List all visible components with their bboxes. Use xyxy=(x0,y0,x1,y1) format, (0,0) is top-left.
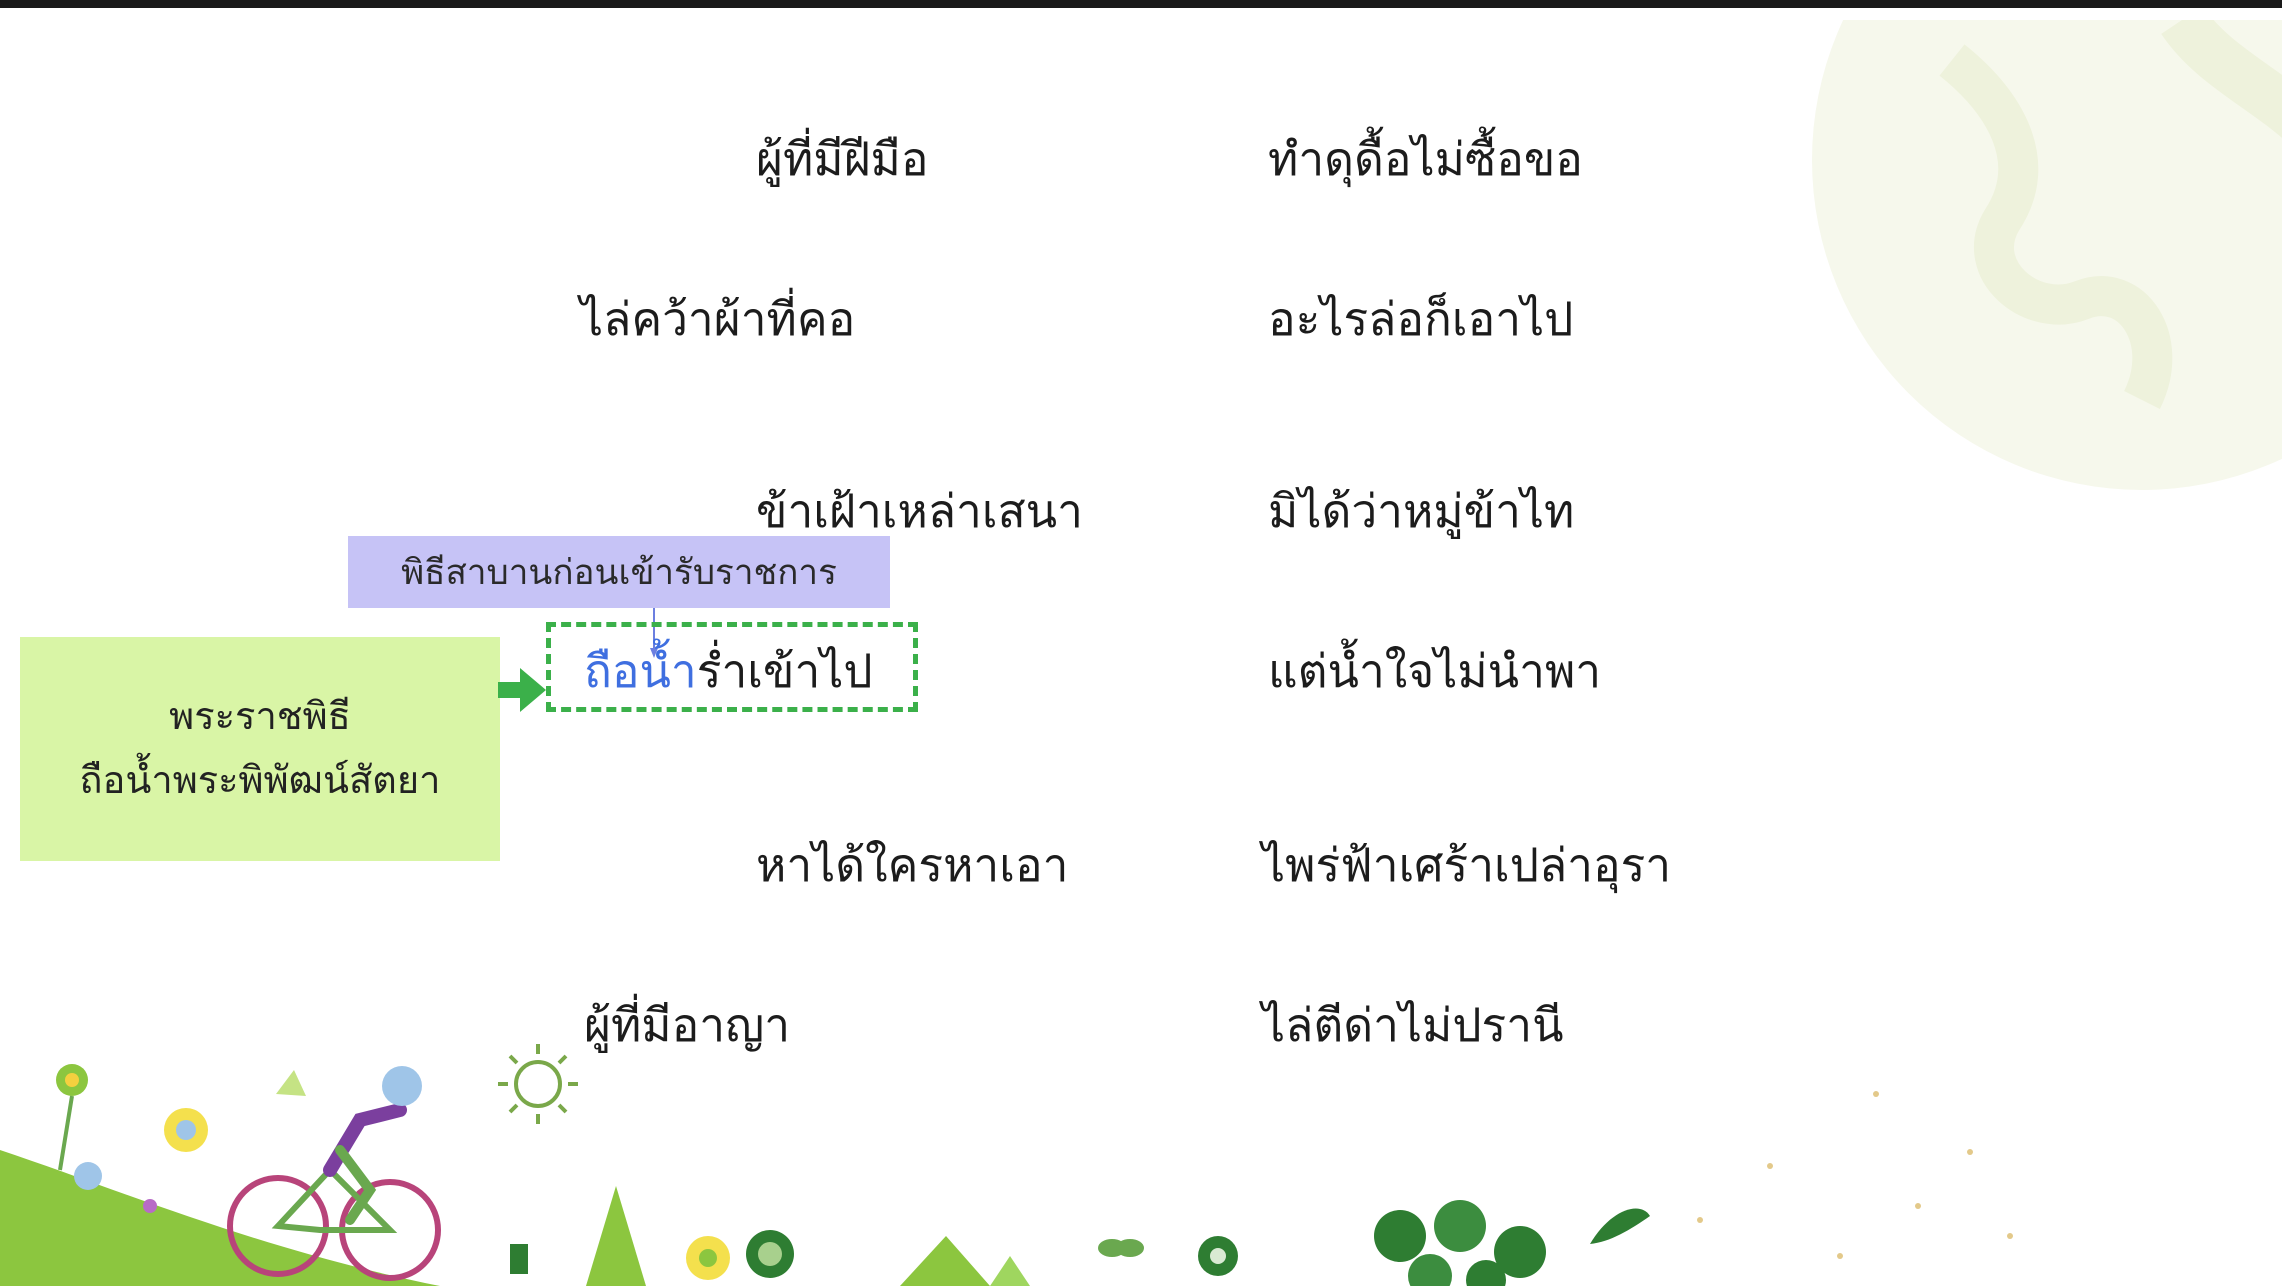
ceremony-line-1: พระราชพิธี xyxy=(169,694,351,739)
verse-left-5: หาได้ใครหาเอา xyxy=(756,838,1069,892)
top-bar xyxy=(0,0,2282,8)
verse-left-2: ไล่คว้าผ้าที่คอ xyxy=(580,292,856,346)
right-arrow-icon xyxy=(498,668,546,712)
highlight-rest: ร่ำเข้าไป xyxy=(696,644,873,698)
nature-decoration xyxy=(0,1044,2013,1286)
verse-right-4: แต่น้ำใจไม่นำพา xyxy=(1268,644,1602,698)
verse-left-4: ถือน้ำร่ำเข้าไป xyxy=(584,648,873,694)
oath-note-box: พิธีสาบานก่อนเข้ารับราชการ xyxy=(348,536,890,608)
sun-icon xyxy=(498,1044,578,1124)
verse-right-3: มิได้ว่าหมู่ข้าไท xyxy=(1268,484,1575,538)
globe-watermark-icon xyxy=(1812,20,2282,490)
flower-bush-icon xyxy=(1374,1200,1650,1286)
verse-right-1: ทำดุดื้อไม่ซื้อขอ xyxy=(1268,132,1583,186)
verse-left-3: ข้าเฝ้าเหล่าเสนา xyxy=(756,484,1083,538)
oath-note-text: พิธีสาบานก่อนเข้ารับราชการ xyxy=(401,552,837,593)
verse-right-5: ไพร่ฟ้าเศร้าเปล่าอุรา xyxy=(1262,838,1672,892)
highlight-word: ถือน้ำ xyxy=(584,644,697,698)
ceremony-box: พระราชพิธี ถือน้ำพระพิพัฒน์สัตยา xyxy=(20,637,500,861)
ceremony-line-2: ถือน้ำพระพิพัฒน์สัตยา xyxy=(79,758,441,802)
slide: ผู้ที่มีฝีมือ ไล่คว้าผ้าที่คอ ข้าเฝ้าเหล… xyxy=(0,0,2282,1286)
verse-right-2: อะไรล่อก็เอาไป xyxy=(1268,292,1574,346)
verse-left-1: ผู้ที่มีฝีมือ xyxy=(756,132,929,186)
dots-decoration xyxy=(1697,1091,2013,1259)
